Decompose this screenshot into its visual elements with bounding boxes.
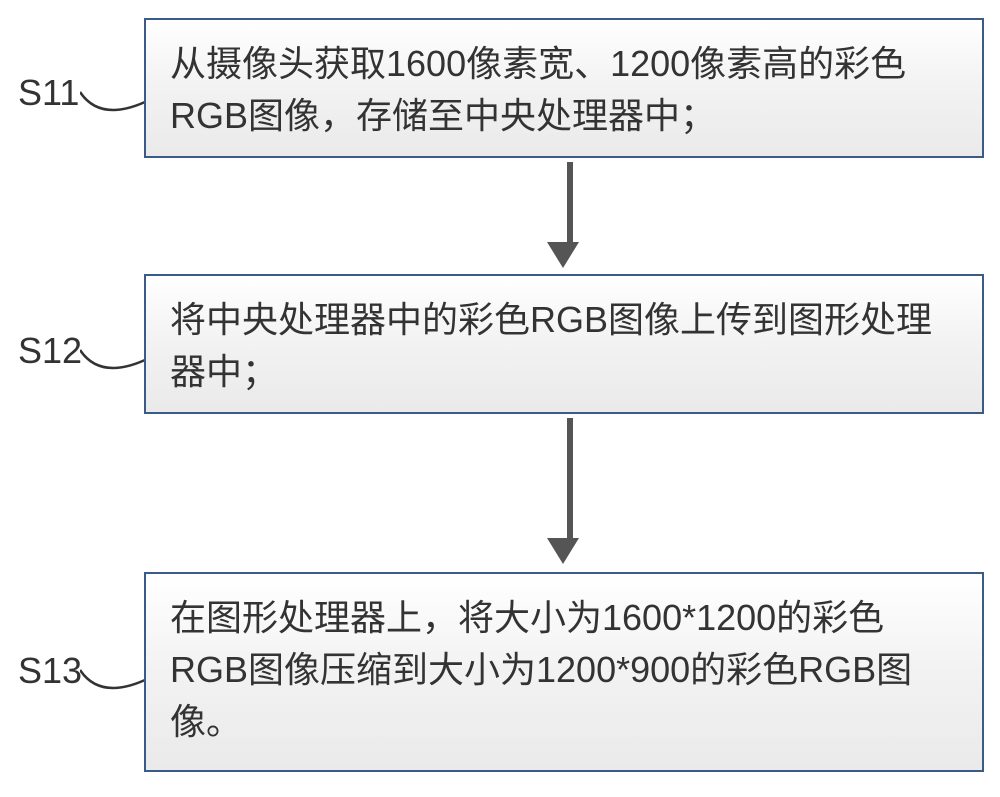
- step-box-s12: 将中央处理器中的彩色RGB图像上传到图形处理器中；: [144, 274, 984, 414]
- connector-s11: [80, 82, 150, 122]
- step-box-s13: 在图形处理器上，将大小为1600*1200的彩色RGB图像压缩到大小为1200*…: [144, 572, 984, 772]
- step-label-s12: S12: [18, 330, 82, 372]
- step-box-s11: 从摄像头获取1600像素宽、1200像素高的彩色RGB图像，存储至中央处理器中；: [144, 18, 984, 158]
- step-label-s13: S13: [18, 650, 82, 692]
- connector-s12: [80, 340, 150, 380]
- connector-s13: [80, 660, 150, 700]
- arrow-s11-s12: [560, 162, 579, 268]
- step-label-s11: S11: [18, 72, 79, 114]
- arrow-s12-s13: [560, 418, 579, 564]
